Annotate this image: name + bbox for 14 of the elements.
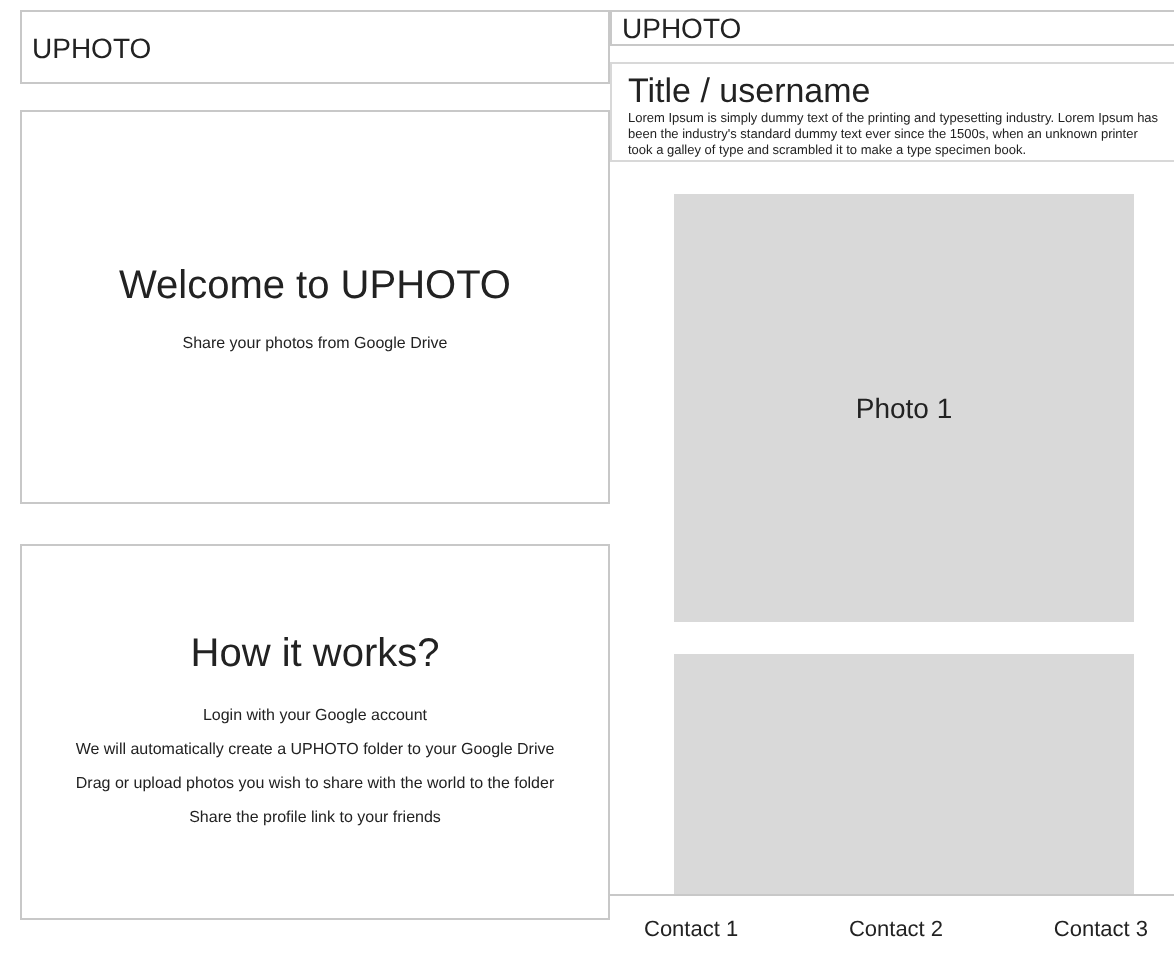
profile-title: Title / username bbox=[628, 72, 873, 112]
contact-link[interactable]: Contact 2 bbox=[848, 917, 944, 941]
how-it-works-title: How it works? bbox=[190, 631, 440, 677]
step-text: Share the profile link to your friends bbox=[189, 805, 441, 830]
step-text: Login with your Google account bbox=[202, 703, 428, 728]
contact-link[interactable]: Contact 3 bbox=[1053, 917, 1148, 941]
welcome-title: Welcome to UPHOTO bbox=[119, 263, 511, 309]
contact-link[interactable]: Contact 1 bbox=[644, 917, 739, 941]
brand-name: UPHOTO bbox=[32, 31, 152, 63]
welcome-subtitle: Share your photos from Google Drive bbox=[182, 333, 448, 351]
brand-name: UPHOTO bbox=[622, 12, 742, 44]
step-text: Drag or upload photos you wish to share with the world to the folder bbox=[75, 771, 555, 796]
step-text: We will automatically create a UPHOTO folder to your Google Drive bbox=[75, 737, 555, 762]
photo-label: Photo 1 bbox=[855, 392, 953, 424]
